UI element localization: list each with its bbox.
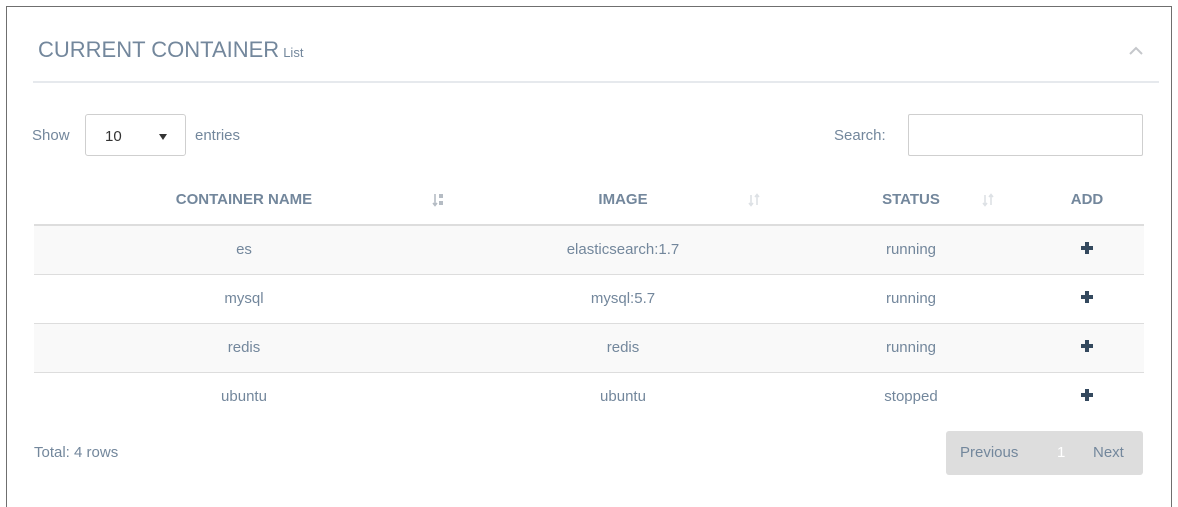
page-1-button[interactable]: 1 bbox=[1057, 444, 1065, 461]
caret-down-icon bbox=[159, 134, 167, 140]
page-length-select[interactable]: 10 bbox=[85, 114, 186, 156]
table-header-row: CONTAINER NAME IMAGE STATUS ADD bbox=[34, 175, 1144, 226]
plus-icon[interactable] bbox=[1081, 340, 1093, 352]
next-button[interactable]: Next bbox=[1093, 444, 1124, 461]
sort-icon bbox=[982, 193, 994, 207]
search-input[interactable] bbox=[908, 114, 1143, 156]
image-cell: redis bbox=[454, 322, 792, 372]
column-label: STATUS bbox=[882, 191, 940, 208]
status-cell: running bbox=[792, 273, 1030, 323]
sort-alpha-asc-icon bbox=[432, 193, 444, 207]
search-label: Search: bbox=[834, 127, 886, 144]
panel-title-text: CURRENT CONTAINER bbox=[38, 37, 280, 62]
container-name-cell: es bbox=[34, 225, 454, 274]
image-cell: ubuntu bbox=[454, 371, 792, 421]
column-header-status[interactable]: STATUS bbox=[792, 175, 1030, 226]
column-header-add: ADD bbox=[1030, 175, 1144, 226]
column-label: ADD bbox=[1070, 191, 1104, 208]
table-row: es elasticsearch:1.7 running bbox=[34, 225, 1144, 274]
sort-icon bbox=[748, 193, 760, 207]
container-name-cell: redis bbox=[34, 322, 454, 372]
image-cell: mysql:5.7 bbox=[454, 273, 792, 323]
show-label: Show bbox=[32, 127, 70, 144]
status-cell: stopped bbox=[792, 371, 1030, 421]
table-row: ubuntu ubuntu stopped bbox=[34, 371, 1144, 421]
column-label: IMAGE bbox=[598, 191, 648, 208]
chevron-up-icon[interactable] bbox=[1129, 43, 1143, 55]
add-cell bbox=[1030, 371, 1144, 421]
panel-header: CURRENT CONTAINER List bbox=[33, 7, 1159, 83]
table-controls: Show 10 entries Search: bbox=[32, 114, 1144, 156]
status-cell: running bbox=[792, 322, 1030, 372]
add-cell bbox=[1030, 273, 1144, 323]
plus-icon[interactable] bbox=[1081, 291, 1093, 303]
container-table: CONTAINER NAME IMAGE STATUS ADD es elast… bbox=[34, 175, 1144, 421]
add-cell bbox=[1030, 322, 1144, 372]
panel-subtitle: List bbox=[283, 45, 304, 60]
container-name-cell: ubuntu bbox=[34, 371, 454, 421]
pagination: Previous 1 Next bbox=[946, 431, 1143, 475]
page-length-value: 10 bbox=[105, 128, 122, 145]
table-row: redis redis running bbox=[34, 322, 1144, 372]
column-label: CONTAINER NAME bbox=[175, 191, 313, 208]
previous-button[interactable]: Previous bbox=[960, 444, 1018, 461]
status-cell: running bbox=[792, 225, 1030, 274]
panel-title: CURRENT CONTAINER List bbox=[38, 37, 303, 63]
column-header-container-name[interactable]: CONTAINER NAME bbox=[34, 175, 454, 226]
plus-icon[interactable] bbox=[1081, 242, 1093, 255]
container-name-cell: mysql bbox=[34, 273, 454, 323]
table-info: Total: 4 rows bbox=[34, 444, 119, 461]
add-cell bbox=[1030, 225, 1144, 274]
image-cell: elasticsearch:1.7 bbox=[454, 225, 792, 274]
table-row: mysql mysql:5.7 running bbox=[34, 273, 1144, 323]
entries-label: entries bbox=[195, 127, 241, 144]
column-header-image[interactable]: IMAGE bbox=[454, 175, 792, 226]
plus-icon[interactable] bbox=[1081, 389, 1093, 402]
